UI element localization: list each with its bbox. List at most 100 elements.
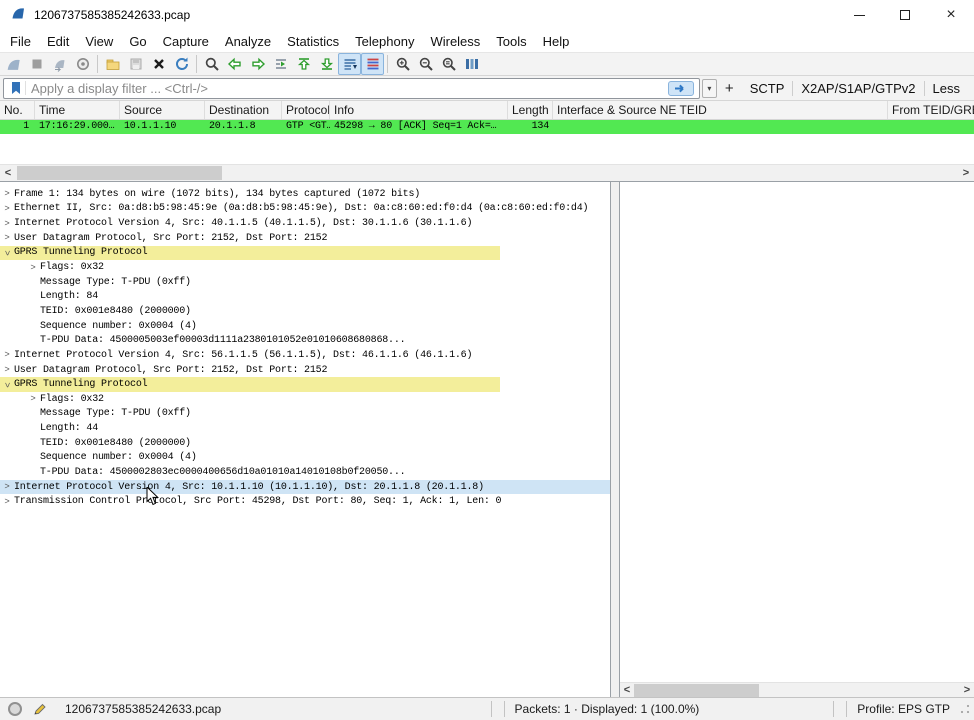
expander-icon[interactable] (0, 365, 14, 375)
packet-row-1[interactable]: 1 17:16:29.000… 10.1.1.10 20.1.1.8 GTP <… (0, 120, 974, 134)
menu-item[interactable]: Tools (488, 32, 534, 51)
save-file-button[interactable] (124, 53, 147, 75)
pane-splitter[interactable] (611, 182, 619, 697)
hex-row[interactable]: 0060 00 28 03 ec 00 00 40 06 56 d1 0a 01… (620, 265, 974, 278)
menu-item[interactable]: Wireless (422, 32, 488, 51)
detail-line[interactable]: Length: 84 (0, 289, 610, 304)
expander-icon[interactable] (0, 248, 14, 258)
hex-row[interactable]: 0050 ee f9 32 ff 00 2c 00 1e 84 80 00 04… (620, 252, 974, 265)
zoom-out-button[interactable] (414, 53, 437, 75)
detail-line[interactable]: Flags: 0x32 (0, 392, 610, 407)
column-header-info[interactable]: Info (330, 101, 508, 119)
close-button[interactable]: × (928, 0, 974, 30)
detail-line[interactable]: Ethernet II, Src: 0a:d8:b5:98:45:9e (0a:… (0, 202, 610, 217)
scroll-right-icon[interactable]: > (960, 683, 974, 697)
scroll-right-icon[interactable]: > (958, 165, 974, 181)
detail-line[interactable]: TEID: 0x001e8480 (2000000) (0, 304, 610, 319)
hex-row[interactable]: 0020 01 06 08 68 08 68 00 64 56 ae 32 ff… (620, 214, 974, 227)
expander-icon[interactable] (0, 204, 14, 214)
menu-item[interactable]: Statistics (279, 32, 347, 51)
scroll-left-icon[interactable]: < (0, 165, 16, 181)
resize-columns-button[interactable] (460, 53, 483, 75)
hex-row[interactable]: 0040 11 a2 38 01 01 05 2e 01 01 06 08 68… (620, 239, 974, 252)
go-first-button[interactable] (292, 53, 315, 75)
detail-line[interactable]: Sequence number: 0x0004 (4) (0, 451, 610, 466)
expander-icon[interactable] (0, 189, 14, 199)
packet-list-hscrollbar[interactable]: < > (0, 164, 974, 181)
detail-line[interactable]: User Datagram Protocol, Src Port: 2152, … (0, 231, 610, 246)
expander-icon[interactable] (0, 219, 14, 229)
detail-line[interactable]: Sequence number: 0x0004 (4) (0, 319, 610, 334)
stop-capture-button[interactable] (25, 53, 48, 75)
reload-file-button[interactable] (170, 53, 193, 75)
expander-icon[interactable] (0, 350, 14, 360)
capture-options-button[interactable] (71, 53, 94, 75)
expander-icon[interactable] (26, 394, 40, 404)
detail-line[interactable]: Transmission Control Protocol, Src Port:… (0, 494, 610, 509)
detail-line[interactable]: Flags: 0x32 (0, 260, 610, 275)
open-file-button[interactable] (101, 53, 124, 75)
resize-grip[interactable] (960, 704, 970, 714)
detail-line[interactable]: Message Type: T-PDU (0xff) (0, 275, 610, 290)
detail-line[interactable]: Message Type: T-PDU (0xff) (0, 407, 610, 422)
hex-row[interactable]: 0080 80 00 55 08 00 00 ·· (620, 290, 974, 303)
hex-row[interactable]: 0030 84 80 00 04 00 00 45 00 00 50 03 ef… (620, 226, 974, 239)
filter-shortcut-button[interactable]: X2AP/S1AP/GTPv2 (792, 81, 923, 96)
column-header-source[interactable]: Source (120, 101, 205, 119)
zoom-reset-button[interactable] (437, 53, 460, 75)
menu-item[interactable]: View (77, 32, 121, 51)
status-profile[interactable]: Profile: EPS GTP (849, 702, 958, 716)
maximize-button[interactable] (882, 0, 928, 30)
expander-icon[interactable] (0, 380, 14, 390)
scrollbar-thumb[interactable] (17, 166, 222, 180)
detail-line[interactable]: TEID: 0x001e8480 (2000000) (0, 436, 610, 451)
minimize-button[interactable] (836, 0, 882, 30)
restart-capture-button[interactable] (48, 53, 71, 75)
bookmark-icon[interactable] (6, 81, 26, 95)
menu-item[interactable]: Help (535, 32, 578, 51)
detail-line[interactable]: T-PDU Data: 4500002803ec0000400656d10a01… (0, 465, 610, 480)
detail-line[interactable]: Length: 44 (0, 421, 610, 436)
column-header-length[interactable]: Length (508, 101, 553, 119)
detail-line[interactable]: GPRS Tunneling Protocol (0, 377, 610, 392)
expert-info-icon[interactable] (8, 702, 22, 716)
detail-line[interactable]: T-PDU Data: 4500005003ef00003d1111a23801… (0, 333, 610, 348)
close-file-button[interactable] (147, 53, 170, 75)
menu-item[interactable]: File (2, 32, 39, 51)
detail-line[interactable]: Internet Protocol Version 4, Src: 10.1.1… (0, 480, 610, 495)
detail-line[interactable]: Internet Protocol Version 4, Src: 40.1.1… (0, 216, 610, 231)
hex-row[interactable]: 0000 0a c8 60 ed f0 d4 0a d8 b5 98 45 9e… (620, 188, 974, 201)
display-filter-input[interactable]: Apply a display filter ... <Ctrl-/> (3, 78, 700, 99)
scroll-left-icon[interactable]: < (620, 683, 634, 697)
menu-item[interactable]: Go (121, 32, 154, 51)
add-filter-button[interactable]: + (717, 80, 742, 97)
column-header-interface-teid[interactable]: Interface & Source NE TEID (553, 101, 888, 119)
column-header-destination[interactable]: Destination (205, 101, 282, 119)
column-header-protocol[interactable]: Protocol (282, 101, 330, 119)
zoom-in-button[interactable] (391, 53, 414, 75)
expander-icon[interactable] (0, 497, 14, 507)
find-packet-button[interactable] (200, 53, 223, 75)
menu-item[interactable]: Analyze (217, 32, 279, 51)
filter-shortcut-button[interactable]: SCTP (742, 81, 793, 96)
hex-row[interactable]: 0010 00 78 03 ef 00 00 3d 11 31 7a 28 01… (620, 201, 974, 214)
hex-hscrollbar[interactable]: < > (620, 682, 974, 697)
detail-line[interactable]: Frame 1: 134 bytes on wire (1072 bits), … (0, 187, 610, 202)
expander-icon[interactable] (26, 263, 40, 273)
go-next-button[interactable] (246, 53, 269, 75)
column-header-time[interactable]: Time (35, 101, 120, 119)
expander-icon[interactable] (0, 233, 14, 243)
detail-line[interactable]: GPRS Tunneling Protocol (0, 246, 610, 261)
go-previous-button[interactable] (223, 53, 246, 75)
filter-shortcut-button[interactable]: Less (924, 81, 968, 96)
scrollbar-thumb[interactable] (634, 684, 759, 697)
menu-item[interactable]: Edit (39, 32, 77, 51)
go-to-packet-button[interactable] (269, 53, 292, 75)
hex-row[interactable]: 0070 01 08 b0 f2 00 50 90 a7 63 ec 90 a3… (620, 278, 974, 291)
menu-item[interactable]: Telephony (347, 32, 422, 51)
apply-filter-button[interactable] (668, 81, 694, 96)
column-header-no[interactable]: No. (0, 101, 35, 119)
colorize-button[interactable] (361, 53, 384, 75)
auto-scroll-button[interactable] (338, 53, 361, 75)
column-header-from-teid[interactable]: From TEID/GRE Ke (888, 101, 974, 119)
